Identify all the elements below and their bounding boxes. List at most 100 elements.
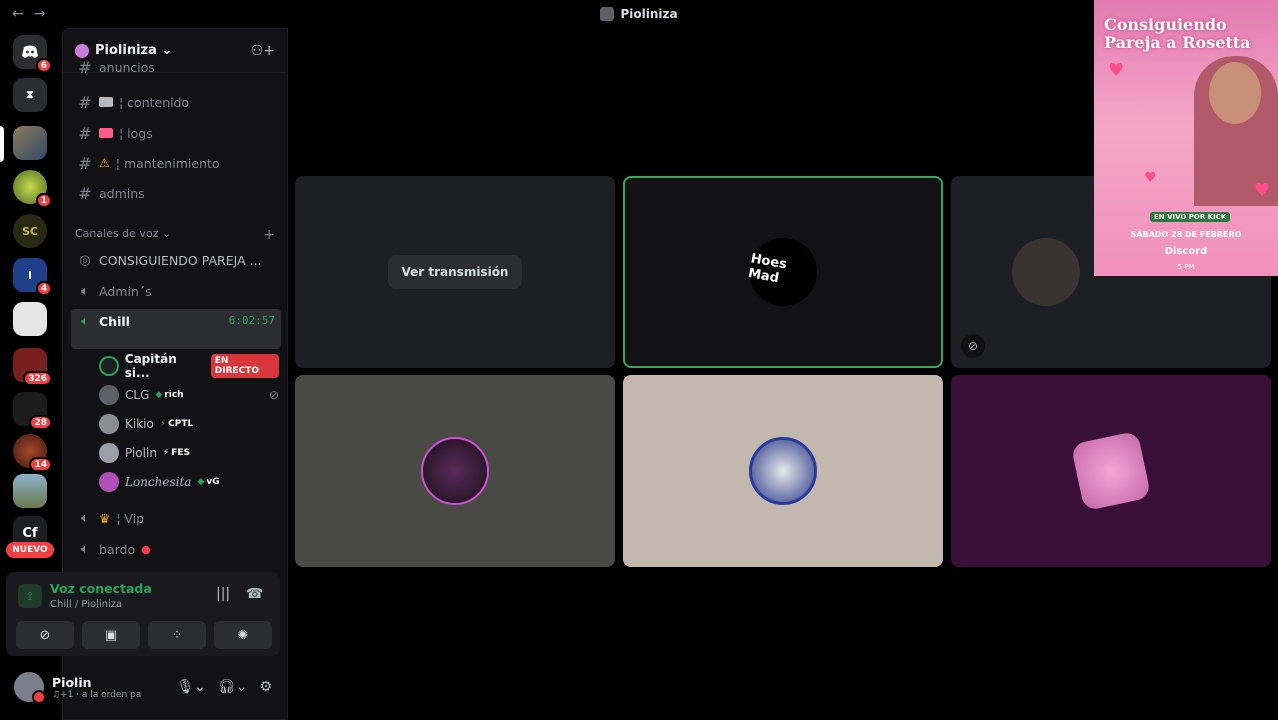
avatar [99,472,119,492]
server-name[interactable]: Pioliniza ⌄ [75,43,172,58]
crown-icon: ♛ [99,510,111,526]
channel-contenido[interactable]: # ¦ contenido [71,89,281,115]
signal-icon: ⟟ [18,584,42,608]
voice-user[interactable]: CLG ◆ rich ⊘ [99,382,279,408]
server-item[interactable] [13,474,47,508]
hashtag-icon: # [78,183,92,203]
server-item[interactable]: l 4 [13,258,52,296]
camera-off-button[interactable]: ⊘ [16,621,74,649]
speaker-icon: 🔈︎ [81,283,89,299]
participant-avatar [749,437,817,505]
watch-stream-button[interactable]: Ver transmisión [387,255,523,289]
soundboard-button[interactable]: ✺ [214,621,272,649]
channel-admins[interactable]: # admins [71,180,281,206]
poster-time: 5 PM [1177,263,1195,271]
voice-status-title[interactable]: Voz conectada [50,581,152,596]
avatar [99,443,119,463]
channel-admins-voice[interactable]: 🔈︎ Admin´s [71,278,281,304]
participant-avatar [421,437,489,505]
discord-home-button[interactable]: 6 [13,35,52,73]
poster-face [1209,62,1261,124]
server-item[interactable]: 28 [13,392,52,430]
microphone-icon[interactable]: 🎙︎⌄ [176,679,206,695]
server-item[interactable] [13,302,47,336]
noise-suppression-icon[interactable]: ||| [216,586,230,602]
stream-tile[interactable]: Ver transmisión [295,176,615,368]
add-member-icon[interactable]: ⚇+ [251,43,275,59]
create-channel-icon[interactable]: + [263,227,275,243]
channel-bardo[interactable]: 🔈︎ bardo ● [71,536,281,562]
camera-off-icon: ⊘ [39,627,51,643]
participant-avatar [1070,430,1152,512]
voice-user[interactable]: Kikio ⚡ CPTL [99,411,279,437]
user-info[interactable]: Piolin ♫+1 · a la orden pa [52,675,141,700]
activities-button[interactable]: ⁘ [148,621,206,649]
clan-tag: ◆ vG [197,477,220,487]
participant-tile[interactable] [295,375,615,567]
participant-tile[interactable] [623,375,943,567]
participant-tile-speaking[interactable]: Hoes Mad [623,176,943,368]
poster-live-label: EN VIVO POR KICK [1150,212,1231,222]
server-item[interactable] [13,126,47,160]
settings-gear-icon[interactable]: ⚙ [259,679,272,695]
server-item[interactable]: SC [13,214,47,248]
poster-platform: Discord [1164,246,1208,257]
clan-tag: ⚡ CPTL [159,419,194,429]
headphones-icon[interactable]: 🎧︎⌄ [218,679,248,695]
computer-icon [99,97,113,107]
channel-chill[interactable]: 🔈︎ Chill 6:02:57 [71,309,281,349]
unread-badge: 326 [23,371,52,386]
hashtag-icon: # [78,61,92,73]
user-panel: Piolin ♫+1 · a la orden pa 🎙︎⌄ 🎧︎⌄ ⚙ [6,662,280,712]
poster-date: SÁBADO 28 DE FEBRERO [1130,230,1242,239]
clan-tag: ⚡ FES [162,448,191,458]
unread-badge: 1 [35,193,52,208]
screen-share-icon: ▣ [104,627,118,643]
channel-consiguiendo-pareja[interactable]: ◎ CONSIGUIENDO PAREJA ... [71,247,281,273]
avatar [99,414,119,434]
server-item[interactable]: 14 [13,434,52,472]
stage-icon: ◎ [79,252,91,268]
voice-user[interactable]: Piolin ⚡ FES [99,440,279,466]
participant-avatar: Hoes Mad [743,232,823,312]
forward-arrow-icon[interactable]: → [34,6,46,22]
user-avatar[interactable] [14,672,46,704]
unread-badge: 14 [29,457,52,472]
heart-icon: ♥ [1144,170,1157,186]
warning-icon: ⚠ [99,156,110,170]
tag-icon: ◆ [155,390,163,400]
disconnect-icon[interactable]: ☎ [246,586,263,602]
hashtag-icon: # [78,92,92,112]
live-badge: EN DIRECTO [210,354,280,378]
server-item[interactable]: 326 [13,348,52,386]
heart-icon: ♥ [1108,60,1125,81]
speaker-icon: 🔈︎ [81,314,89,329]
soundboard-icon: ✺ [237,627,249,643]
avatar [99,356,119,376]
server-item[interactable]: 1 [13,170,52,208]
sos-icon [99,128,113,138]
voice-connected-panel: ⟟ Voz conectada Chill / Pioliniza ||| ☎ … [6,572,280,656]
voice-category[interactable]: Canales de voz ⌄ + [75,227,275,243]
screen-share-button[interactable]: ▣ [82,621,140,649]
server-icon [75,43,89,58]
selected-indicator [0,126,4,162]
server-avatar [13,302,47,336]
window-title: Pioliniza [600,7,678,21]
deafened-icon: ⊘ [268,388,279,402]
voice-user[interactable]: Lonchesita ◆ vG [99,469,279,495]
channel-vip[interactable]: 🔈︎ ♛ ¦ Vip [71,505,281,531]
participant-tile[interactable] [951,375,1271,567]
channel-logs[interactable]: # ¦ logs [71,120,281,146]
speaker-icon: 🔈︎ [81,541,89,557]
voice-status-subtitle[interactable]: Chill / Pioliniza [50,599,122,610]
hourglass-server[interactable]: ⧗ [13,78,47,112]
activities-icon: ⁘ [171,627,183,643]
channel-mantenimiento[interactable]: # ⚠ ¦ mantenimiento [71,150,281,176]
tag-icon: ◆ [197,477,205,487]
channel-anuncios[interactable]: # anuncios [71,61,281,73]
back-arrow-icon[interactable]: ← [12,6,24,22]
tag-icon: ⚡ [162,448,170,458]
voice-user[interactable]: Capitán si... EN DIRECTO [99,352,280,380]
angry-emoji-icon: ● [141,542,151,556]
